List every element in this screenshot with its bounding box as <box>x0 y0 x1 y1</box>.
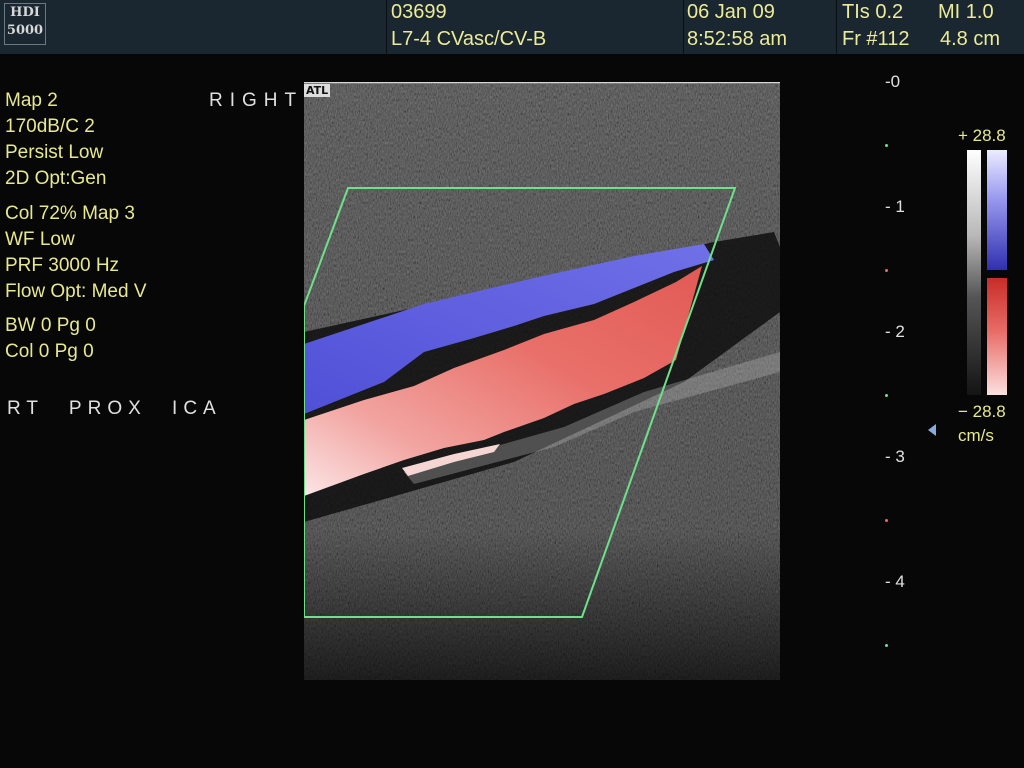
depth-minor-tick <box>885 519 888 522</box>
depth-tick-label: 0 <box>890 72 901 91</box>
depth-tick-label: 2 <box>895 322 905 341</box>
gray-scale-bar <box>967 150 981 395</box>
depth-minor-tick <box>885 144 888 147</box>
color-scale-away <box>987 278 1007 395</box>
transducer-label: L7-4 CVasc/CV-B <box>391 28 547 50</box>
depth-tick-1: - 1 <box>885 197 905 216</box>
bw-setting: BW 0 Pg 0 <box>5 315 96 336</box>
mi-value: MI 1.0 <box>938 1 994 23</box>
depth-tick-4: - 4 <box>885 572 905 591</box>
depth-value: 4.8 cm <box>940 28 1001 50</box>
flow-opt-setting: Flow Opt: Med V <box>5 281 147 302</box>
depth-tick-label: 1 <box>895 197 905 216</box>
hdi-logo: HDI 5000 <box>4 3 46 45</box>
persist-setting: Persist Low <box>5 142 104 163</box>
header-divider <box>836 0 837 54</box>
color-setting: Col 72% Map 3 <box>5 203 135 224</box>
exam-time: 8:52:58 am <box>687 28 788 50</box>
logo-line1: HDI <box>10 5 40 20</box>
annotation-label: RT PROX ICA <box>7 398 222 419</box>
depth-minor-tick <box>885 644 888 647</box>
velocity-min-label: − 28.8 <box>958 402 1006 421</box>
velocity-unit-label: cm/s <box>958 426 994 445</box>
baseline-marker-icon[interactable] <box>928 424 936 436</box>
depth-minor-tick <box>885 394 888 397</box>
opt2d-setting: 2D Opt:Gen <box>5 168 107 189</box>
atl-logo: ATL <box>304 84 331 97</box>
wall-filter-setting: WF Low <box>5 229 75 250</box>
frame-number: Fr #112 <box>842 28 910 50</box>
tis-value: TIs 0.2 <box>842 1 904 23</box>
prf-setting: PRF 3000 Hz <box>5 255 120 276</box>
color-scale-towards <box>987 150 1007 270</box>
depth-minor-tick <box>885 269 888 272</box>
ultrasound-svg <box>304 82 780 680</box>
ultrasound-image[interactable]: ATL <box>304 82 780 680</box>
logo-line2: 5000 <box>6 23 44 38</box>
depth-tick-label: 4 <box>895 572 905 591</box>
side-label: RIGHT <box>209 90 304 111</box>
gain-setting: 170dB/C 2 <box>5 116 95 137</box>
map-setting: Map 2 <box>5 90 58 111</box>
depth-tick-2: - 2 <box>885 322 905 341</box>
depth-tick-label: 3 <box>895 447 905 466</box>
depth-tick-3: - 3 <box>885 447 905 466</box>
header-divider <box>386 0 387 54</box>
header-divider <box>683 0 684 54</box>
depth-tick-0: -0 <box>885 72 901 91</box>
velocity-max-label: + 28.8 <box>958 126 1006 145</box>
col-pg-setting: Col 0 Pg 0 <box>5 341 94 362</box>
exam-date: 06 Jan 09 <box>687 1 775 23</box>
patient-id: 03699 <box>391 1 447 23</box>
header-bar: HDI 5000 03699 L7-4 CVasc/CV-B 06 Jan 09… <box>0 0 1024 54</box>
